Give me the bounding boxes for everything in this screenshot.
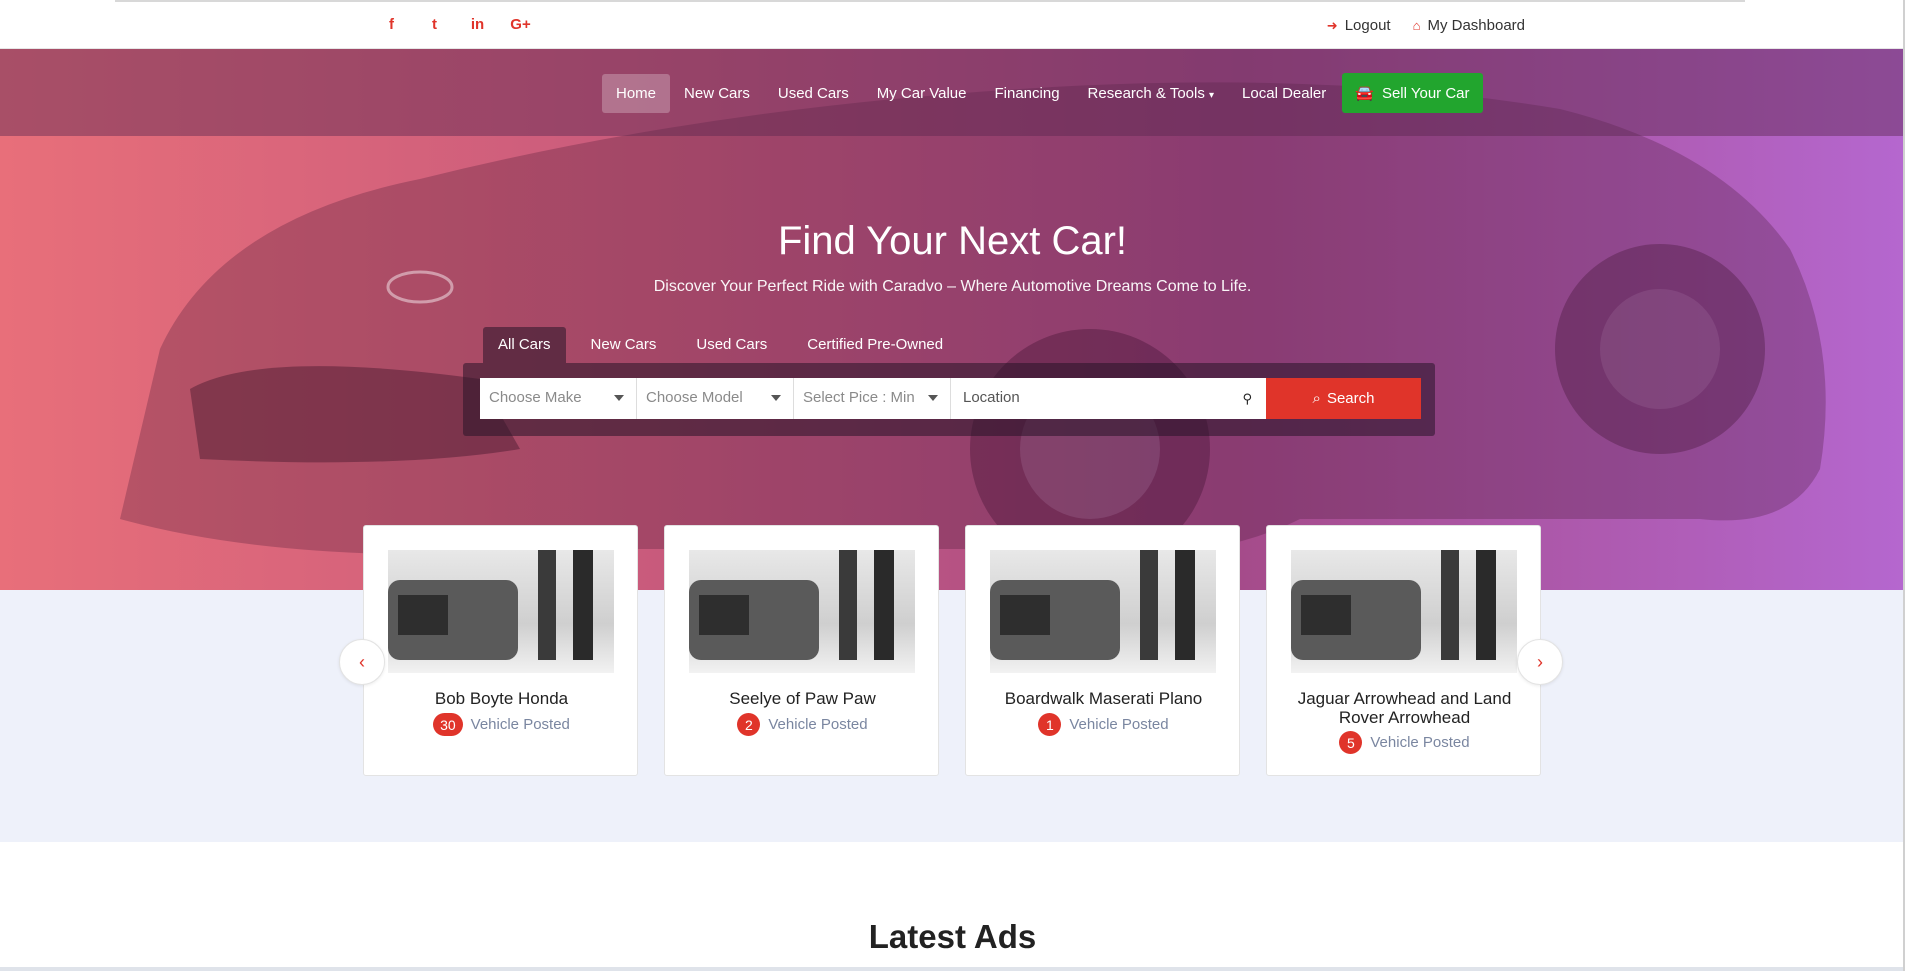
home-icon: ⌂ bbox=[1412, 18, 1421, 33]
chevron-down-icon bbox=[771, 395, 781, 401]
vehicle-posted-label: Vehicle Posted bbox=[768, 716, 868, 733]
dealer-posted: 1 Vehicle Posted bbox=[966, 713, 1241, 736]
location-input[interactable]: Location ⚲ bbox=[951, 378, 1266, 419]
sell-your-car-button[interactable]: 🚘 Sell Your Car bbox=[1342, 73, 1483, 113]
search-icon: ⌕ bbox=[1312, 390, 1321, 407]
nav-local-dealer[interactable]: Local Dealer bbox=[1228, 74, 1340, 113]
tab-new-cars[interactable]: New Cars bbox=[576, 327, 672, 363]
dealer-image bbox=[689, 550, 915, 673]
main-navbar: Home New Cars Used Cars My Car Value Fin… bbox=[0, 49, 1905, 136]
main-nav: Home New Cars Used Cars My Car Value Fin… bbox=[602, 73, 1483, 113]
hero-section: Home New Cars Used Cars My Car Value Fin… bbox=[0, 49, 1905, 590]
nav-my-car-value[interactable]: My Car Value bbox=[863, 74, 981, 113]
nav-new-cars[interactable]: New Cars bbox=[670, 74, 764, 113]
carousel-prev-button[interactable]: ‹ bbox=[339, 639, 385, 685]
map-pin-icon: ⚲ bbox=[1242, 391, 1252, 406]
dealer-posted: 30 Vehicle Posted bbox=[364, 713, 639, 736]
location-placeholder: Location bbox=[963, 389, 1020, 406]
make-select[interactable]: Choose Make bbox=[480, 378, 637, 419]
make-select-value: Choose Make bbox=[489, 389, 582, 406]
dealer-posted: 2 Vehicle Posted bbox=[665, 713, 940, 736]
tab-used-cars[interactable]: Used Cars bbox=[681, 327, 782, 363]
dealer-card[interactable]: Boardwalk Maserati Plano 1 Vehicle Poste… bbox=[965, 525, 1240, 776]
search-row: Choose Make Choose Model Select Pice : M… bbox=[480, 378, 1421, 419]
vehicle-posted-label: Vehicle Posted bbox=[1069, 716, 1169, 733]
model-select[interactable]: Choose Model bbox=[637, 378, 794, 419]
car-icon: 🚘 bbox=[1355, 85, 1374, 102]
nav-financing[interactable]: Financing bbox=[981, 74, 1074, 113]
nav-research-tools[interactable]: Research & Tools ▾ bbox=[1074, 74, 1229, 113]
model-select-value: Choose Model bbox=[646, 389, 743, 406]
search-button-label: Search bbox=[1326, 390, 1375, 407]
google-plus-icon[interactable]: G+ bbox=[499, 16, 542, 33]
chevron-down-icon bbox=[928, 395, 938, 401]
sell-label: Sell Your Car bbox=[1381, 84, 1470, 102]
dealer-name: Seelye of Paw Paw bbox=[729, 689, 876, 708]
nav-home[interactable]: Home bbox=[602, 73, 671, 113]
search-button[interactable]: ⌕ Search bbox=[1266, 378, 1421, 419]
sign-out-icon: ➜ bbox=[1326, 17, 1338, 33]
vehicle-posted-label: Vehicle Posted bbox=[1370, 734, 1470, 751]
dealer-image bbox=[388, 550, 614, 673]
dashboard-label: My Dashboard bbox=[1427, 17, 1525, 34]
caret-down-icon: ▾ bbox=[1209, 89, 1215, 101]
dealer-card[interactable]: Bob Boyte Honda 30 Vehicle Posted bbox=[363, 525, 638, 776]
account-links: ➜ Logout ⌂ My Dashboard bbox=[1327, 17, 1525, 34]
dealer-name: Bob Boyte Honda bbox=[434, 689, 569, 708]
hero-subtitle: Discover Your Perfect Ride with Caradvo … bbox=[653, 278, 1252, 295]
top-bar: f t in G+ ➜ Logout ⌂ My Dashboard bbox=[0, 0, 1905, 49]
tab-all-cars[interactable]: All Cars bbox=[483, 327, 566, 363]
nav-research-label: Research & Tools bbox=[1087, 84, 1205, 102]
dealer-name: Boardwalk Maserati Plano bbox=[1004, 689, 1203, 708]
linkedin-icon[interactable]: in bbox=[456, 16, 499, 33]
social-links: f t in G+ bbox=[370, 16, 542, 33]
latest-ads-heading: Latest Ads bbox=[868, 918, 1037, 955]
vehicle-posted-label: Vehicle Posted bbox=[470, 716, 570, 733]
price-select-value: Select Pice : Min bbox=[803, 389, 915, 406]
logout-label: Logout bbox=[1344, 17, 1391, 34]
chevron-down-icon bbox=[614, 395, 624, 401]
hero-title: Find Your Next Car! bbox=[777, 219, 1128, 263]
tab-certified-pre-owned[interactable]: Certified Pre-Owned bbox=[792, 327, 958, 363]
dealer-posted: 5 Vehicle Posted bbox=[1267, 731, 1542, 754]
carousel-next-button[interactable]: › bbox=[1517, 639, 1563, 685]
price-select[interactable]: Select Pice : Min bbox=[794, 378, 951, 419]
vehicle-count-badge: 30 bbox=[433, 713, 463, 736]
dealer-carousel: Bob Boyte Honda 30 Vehicle Posted Seelye… bbox=[363, 525, 1541, 776]
nav-used-cars[interactable]: Used Cars bbox=[764, 74, 863, 113]
dealer-card[interactable]: Jaguar Arrowhead and Land Rover Arrowhea… bbox=[1266, 525, 1541, 776]
vehicle-count-badge: 1 bbox=[1038, 713, 1062, 736]
facebook-icon[interactable]: f bbox=[370, 16, 413, 33]
logout-link[interactable]: ➜ Logout bbox=[1327, 17, 1391, 34]
dealer-card[interactable]: Seelye of Paw Paw 2 Vehicle Posted bbox=[664, 525, 939, 776]
dealer-name: Jaguar Arrowhead and Land Rover Arrowhea… bbox=[1297, 689, 1512, 727]
twitter-icon[interactable]: t bbox=[413, 16, 456, 33]
dealer-image bbox=[1291, 550, 1517, 673]
dealer-image bbox=[990, 550, 1216, 673]
vehicle-count-badge: 2 bbox=[737, 713, 761, 736]
top-divider bbox=[115, 0, 1745, 2]
search-tabs: All Cars New Cars Used Cars Certified Pr… bbox=[483, 327, 968, 363]
dashboard-link[interactable]: ⌂ My Dashboard bbox=[1413, 17, 1525, 34]
bottom-divider bbox=[0, 967, 1905, 971]
search-panel: Choose Make Choose Model Select Pice : M… bbox=[463, 363, 1435, 436]
vehicle-count-badge: 5 bbox=[1339, 731, 1363, 754]
